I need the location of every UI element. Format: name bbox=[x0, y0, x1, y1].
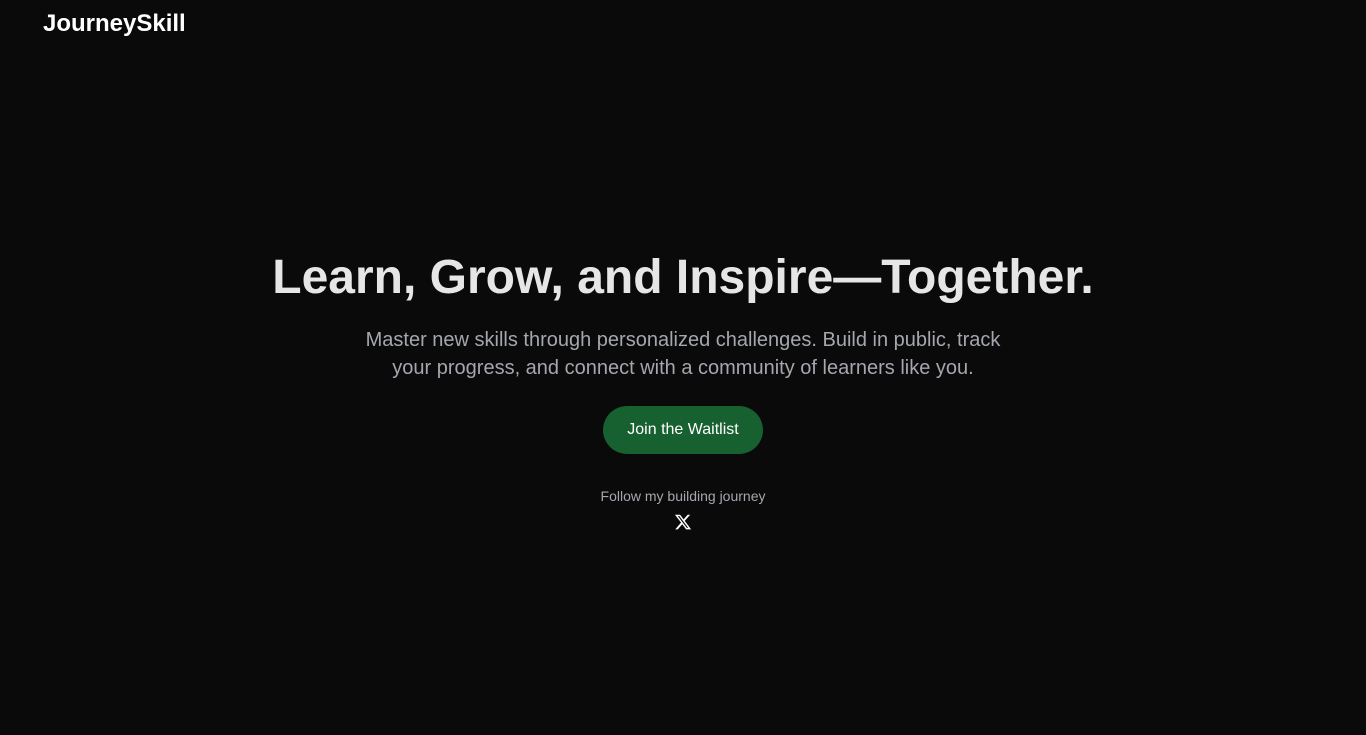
join-waitlist-button[interactable]: Join the Waitlist bbox=[603, 406, 763, 454]
x-social-link[interactable] bbox=[672, 511, 694, 533]
hero-subtitle: Master new skills through personalized c… bbox=[365, 329, 1001, 379]
site-header: JourneySkill bbox=[0, 0, 1366, 48]
follow-journey-text: Follow my building journey bbox=[600, 488, 766, 504]
logo-link[interactable]: JourneySkill bbox=[43, 10, 186, 38]
hero-title: Learn, Grow, and Inspire—Together. bbox=[272, 251, 1094, 304]
x-twitter-icon bbox=[674, 513, 692, 531]
